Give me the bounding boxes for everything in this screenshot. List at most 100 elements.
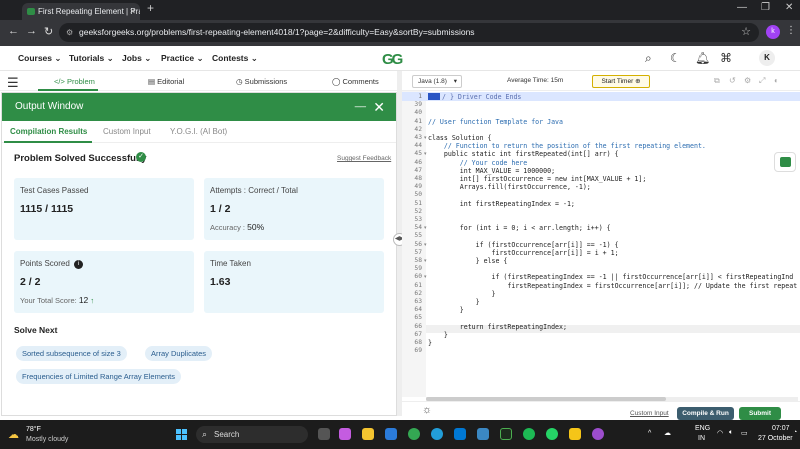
nav-courses[interactable]: Courses ⌄: [18, 53, 62, 64]
tab-close-icon[interactable]: ✕: [129, 3, 136, 20]
nav-contests[interactable]: Contests ⌄: [212, 53, 258, 64]
telegram-icon[interactable]: [431, 428, 443, 440]
solve-next-chip[interactable]: Array Duplicates: [145, 346, 213, 361]
notification-bell-icon[interactable]: 🔔︎: [695, 51, 710, 65]
tab-comments[interactable]: ◯ Comments: [332, 77, 379, 86]
notification-icon[interactable]: ◔: [793, 429, 797, 436]
file-explorer-icon[interactable]: [362, 428, 374, 440]
info-icon[interactable]: i: [74, 260, 84, 269]
total-score-value: 12: [78, 295, 89, 305]
line-number: 42: [414, 125, 422, 133]
chrome-icon[interactable]: [408, 428, 420, 440]
start-timer-button[interactable]: Start Timer ⊕: [592, 75, 650, 88]
minimize-icon[interactable]: —: [737, 2, 747, 13]
browser-menu-icon[interactable]: ⋮: [786, 25, 796, 36]
volume-icon[interactable]: 🔈︎: [729, 429, 733, 437]
custom-input-link[interactable]: Custom Input: [630, 410, 669, 417]
code-line: public static int firstRepeated(int[] ar…: [428, 150, 619, 159]
line-number: 66: [414, 322, 422, 330]
fold-chevron-icon[interactable]: ▾: [424, 135, 427, 141]
copilot-icon[interactable]: [339, 428, 351, 440]
theme-icon[interactable]: ◐: [774, 76, 779, 85]
app-icon[interactable]: [477, 428, 489, 440]
gfg-favicon-icon: [27, 8, 35, 15]
code-line: if (firstOccurrence[arr[i]] == -1) {: [428, 240, 619, 249]
solve-next-chip[interactable]: Sorted subsequence of size 3: [16, 346, 127, 361]
settings-icon[interactable]: ⚙: [744, 76, 751, 85]
line-number: 55: [414, 232, 422, 240]
forward-icon[interactable]: →: [26, 25, 37, 37]
notes-icon[interactable]: [569, 428, 581, 440]
browser-tab[interactable]: First Repeating Element | Practi ✕: [22, 3, 140, 20]
solve-next-chip[interactable]: Frequencies of Limited Range Array Eleme…: [16, 369, 181, 384]
output-window: Output Window __ ✕ Compilation Results C…: [1, 92, 397, 416]
tab-editorial[interactable]: ▤ Editorial: [148, 77, 184, 86]
restore-icon[interactable]: ❐: [761, 2, 770, 13]
cloud-icon[interactable]: ☁: [664, 429, 671, 437]
user-avatar[interactable]: K: [759, 50, 775, 66]
tab-compilation-results[interactable]: Compilation Results: [10, 127, 87, 136]
site-info-icon[interactable]: ⚙: [66, 23, 73, 42]
tab-yogi-ai-bot[interactable]: Y.O.G.I. (AI Bot): [170, 127, 227, 136]
reload-icon[interactable]: ↻: [44, 25, 53, 38]
nav-tutorials[interactable]: Tutorials ⌄: [69, 53, 114, 64]
tab-problem[interactable]: </> Problem: [54, 77, 95, 86]
close-output-icon[interactable]: ✕: [373, 93, 385, 121]
clock-date: 27 October: [758, 435, 793, 442]
spotify-icon[interactable]: [523, 428, 535, 440]
windows-start-icon[interactable]: [176, 429, 188, 441]
line-number: 65: [414, 314, 422, 322]
fold-chevron-icon[interactable]: ▾: [424, 274, 427, 280]
submit-button[interactable]: Submit: [739, 407, 781, 420]
minimize-output-icon[interactable]: __: [355, 89, 366, 117]
nav-jobs[interactable]: Jobs ⌄: [122, 53, 151, 64]
window-close-icon[interactable]: ✕: [785, 2, 793, 13]
line-number: 68: [414, 339, 422, 346]
fold-chevron-icon[interactable]: ▾: [424, 225, 427, 231]
taskbar-search[interactable]: ⌕ Search: [196, 426, 308, 443]
url-input[interactable]: ⚙ geeksforgeeks.org/problems/first-repea…: [59, 23, 759, 42]
weather-icon[interactable]: ☁: [8, 428, 19, 441]
reset-icon[interactable]: ↺: [729, 76, 736, 85]
outlook-icon[interactable]: [454, 428, 466, 440]
fullscreen-icon[interactable]: ⤢: [759, 76, 765, 86]
whatsapp-icon[interactable]: [546, 428, 558, 440]
copy-icon[interactable]: ⧉: [714, 76, 720, 86]
task-view-icon[interactable]: [318, 428, 330, 440]
new-tab-icon[interactable]: +: [147, 1, 154, 15]
chat-float-button[interactable]: [774, 152, 796, 172]
tab-custom-input[interactable]: Custom Input: [103, 127, 151, 136]
fold-chevron-icon[interactable]: ▾: [424, 151, 427, 157]
input-language[interactable]: ENG: [695, 425, 710, 432]
browser-profile-avatar[interactable]: k: [766, 25, 780, 39]
tab-submissions[interactable]: ◷ Submissions: [236, 77, 287, 86]
wifi-icon[interactable]: ◠: [717, 429, 723, 437]
theme-sun-icon[interactable]: ☼: [422, 404, 432, 416]
compile-run-button[interactable]: Compile & Run: [677, 407, 734, 420]
browser-profile-icon[interactable]: [592, 428, 604, 440]
line-number: 39: [414, 101, 422, 109]
back-icon[interactable]: ←: [8, 25, 19, 37]
fold-chevron-icon[interactable]: ▾: [424, 242, 427, 248]
pycharm-icon[interactable]: [500, 428, 512, 440]
translate-icon[interactable]: ⌘: [720, 51, 732, 65]
bookmark-star-icon[interactable]: ☆: [741, 23, 751, 42]
test-cases-card: Test Cases Passed 1115 / 1115: [14, 178, 194, 240]
search-icon[interactable]: ⌕: [645, 51, 652, 66]
line-number: 63: [414, 298, 422, 305]
code-line: Arrays.fill(firstOccurrence, -1);: [428, 183, 591, 192]
code-line: / } Driver Code Ends: [442, 93, 522, 101]
clock-time[interactable]: 07:07: [772, 425, 790, 432]
gfg-logo[interactable]: GG: [382, 51, 403, 68]
tray-overflow-icon[interactable]: ^: [648, 430, 651, 437]
store-icon[interactable]: [385, 428, 397, 440]
fold-chevron-icon[interactable]: ▾: [424, 258, 427, 264]
language-select[interactable]: Java (1.8) ▾: [412, 75, 462, 88]
hamburger-menu-icon[interactable]: ☰: [7, 75, 19, 91]
suggest-feedback-link[interactable]: Suggest Feedback: [337, 155, 391, 162]
battery-icon[interactable]: ▭: [741, 429, 748, 437]
points-card: Points Scored i 2 / 2 Your Total Score: …: [14, 251, 194, 313]
nav-practice[interactable]: Practice ⌄: [161, 53, 204, 64]
code-line: }: [428, 339, 432, 347]
dark-mode-icon[interactable]: ☾: [670, 51, 681, 65]
